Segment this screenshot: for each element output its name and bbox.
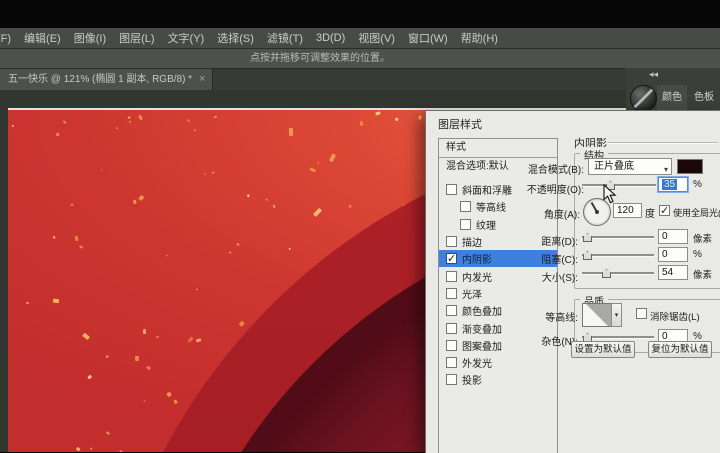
size-slider[interactable] (582, 267, 654, 278)
choke-unit: % (693, 249, 702, 260)
menu-item-window[interactable]: 窗口(W) (406, 30, 450, 46)
antialias-label: 消除锯齿(L) (650, 312, 700, 323)
menu-item-view[interactable]: 视图(V) (356, 30, 397, 46)
blend-mode-label: 混合模式(B): (527, 165, 584, 176)
menu-item-file[interactable]: 文件(F) (0, 30, 13, 46)
panel-dock: ◂◂ 颜色 色板 (626, 68, 720, 112)
contour-checkbox[interactable] (460, 201, 471, 213)
window-titlebar (0, 0, 720, 28)
antialias-checkbox[interactable] (636, 308, 647, 319)
gradient-overlay-checkbox[interactable] (446, 322, 457, 334)
drop-shadow-checkbox[interactable] (446, 374, 457, 386)
photoshop-window: 文件(F) 编辑(E) 图像(I) 图层(L) 文字(Y) 选择(S) 滤镜(T… (0, 0, 720, 453)
choke-slider-thumb[interactable] (583, 251, 592, 260)
style-item-outer-glow[interactable]: 外发光 (439, 354, 557, 371)
distance-slider-thumb[interactable] (583, 233, 592, 242)
contour-dropdown-arrow-icon[interactable]: ▾ (611, 303, 622, 327)
menu-item-layer[interactable]: 图层(L) (117, 30, 156, 46)
pattern-overlay-checkbox[interactable] (446, 339, 457, 351)
angle-unit: 度 (645, 209, 655, 220)
layer-style-dialog: 图层样式 样式 混合选项:默认 斜面和浮雕 等高线 纹理 描边 内 (425, 110, 720, 453)
collapse-panels-icon[interactable]: ◂◂ (649, 69, 658, 80)
blend-mode-dropdown[interactable]: 正片叠底 ▾ (588, 158, 672, 175)
menu-item-help[interactable]: 帮助(H) (459, 30, 500, 46)
inner-glow-checkbox[interactable] (446, 270, 457, 282)
title-rule (608, 142, 718, 144)
menu-item-3d[interactable]: 3D(D) (314, 32, 347, 44)
style-item-satin[interactable]: 光泽 (439, 285, 557, 302)
document-tab[interactable]: 五一快乐 @ 121% (椭圆 1 副本, RGB/8) * × (0, 69, 213, 90)
opacity-field[interactable]: 35 (658, 177, 688, 192)
stroke-checkbox[interactable] (446, 236, 457, 248)
tool-hint-text: 点按并拖移可调整效果的位置。 (250, 53, 390, 64)
noise-label: 杂色(N): (541, 337, 578, 348)
menu-bar: 文件(F) 编辑(E) 图像(I) 图层(L) 文字(Y) 选择(S) 滤镜(T… (0, 28, 720, 49)
size-label: 大小(S): (541, 273, 578, 284)
set-default-button[interactable]: 设置为默认值 (571, 341, 635, 358)
menu-item-edit[interactable]: 编辑(E) (22, 30, 63, 46)
angle-label: 角度(A): (543, 210, 580, 221)
distance-field[interactable]: 0 (658, 229, 688, 244)
options-bar: 点按并拖移可调整效果的位置。 (0, 49, 720, 69)
opacity-label: 不透明度(O): (526, 185, 584, 196)
distance-label: 距离(D): (541, 237, 578, 248)
sphere-icon[interactable] (630, 85, 657, 112)
texture-checkbox[interactable] (460, 218, 471, 230)
outer-glow-checkbox[interactable] (446, 357, 457, 369)
bevel-emboss-checkbox[interactable] (446, 184, 457, 196)
contour-thumbnail[interactable] (582, 303, 612, 327)
distance-unit: 像素 (693, 234, 713, 245)
reset-default-button[interactable]: 复位为默认值 (648, 341, 712, 358)
opacity-slider[interactable] (582, 179, 656, 190)
menu-item-filter[interactable]: 滤镜(T) (265, 30, 305, 46)
opacity-unit: % (693, 179, 702, 190)
size-slider-thumb[interactable] (602, 269, 611, 278)
menu-item-image[interactable]: 图像(I) (72, 30, 108, 46)
choke-slider[interactable] (582, 249, 654, 260)
choke-label: 阻塞(C): (541, 255, 578, 266)
angle-field[interactable]: 120 (613, 203, 642, 218)
document-tab-bar: 五一快乐 @ 121% (椭圆 1 副本, RGB/8) * × (0, 69, 720, 90)
menu-item-select[interactable]: 选择(S) (215, 30, 256, 46)
satin-checkbox[interactable] (446, 287, 457, 299)
inner-shadow-checkbox[interactable] (446, 252, 457, 265)
styles-header: 样式 (439, 139, 557, 158)
choke-field[interactable]: 0 (658, 247, 688, 262)
style-item-drop-shadow[interactable]: 投影 (439, 371, 557, 388)
panel-tab-swatches[interactable]: 色板 (689, 85, 719, 112)
mouse-cursor (603, 184, 617, 204)
dialog-title[interactable]: 图层样式 (438, 116, 482, 132)
global-light-checkbox[interactable] (659, 204, 670, 217)
size-field[interactable]: 54 (658, 265, 688, 280)
global-light-label: 使用全局光(G) (673, 208, 720, 218)
shadow-color-swatch[interactable] (677, 159, 703, 174)
menu-item-type[interactable]: 文字(Y) (166, 30, 207, 46)
size-unit: 像素 (693, 270, 713, 281)
color-overlay-checkbox[interactable] (446, 305, 457, 317)
tab-close-icon[interactable]: × (199, 69, 205, 90)
contour-picker-label: 等高线: (545, 313, 578, 324)
document-tab-title: 五一快乐 @ 121% (椭圆 1 副本, RGB/8) * (8, 74, 193, 85)
distance-slider[interactable] (582, 231, 654, 242)
panel-tab-color[interactable]: 颜色 (657, 85, 687, 112)
dropdown-arrow-icon: ▾ (663, 165, 668, 174)
